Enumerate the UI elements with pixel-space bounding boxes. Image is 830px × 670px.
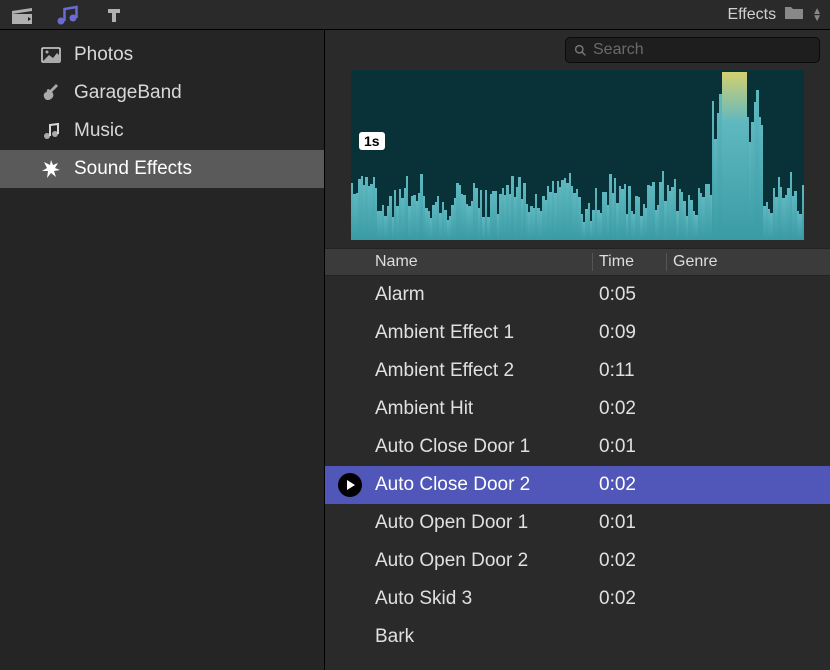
guitar-icon bbox=[40, 82, 62, 104]
table-row[interactable]: Bark bbox=[325, 618, 830, 656]
sidebar: Photos GarageBand Music Sound Effects bbox=[0, 30, 325, 670]
sidebar-item-label: GarageBand bbox=[74, 82, 182, 104]
search-placeholder: Search bbox=[593, 41, 644, 59]
cell-time: 0:01 bbox=[593, 436, 667, 458]
burst-icon bbox=[40, 158, 62, 180]
waveform-time-marker: 1s bbox=[359, 132, 385, 150]
waveform-panel: 1s bbox=[325, 70, 830, 248]
photo-icon bbox=[40, 44, 62, 66]
column-header-genre[interactable]: Genre bbox=[667, 253, 830, 271]
cell-time: 0:05 bbox=[593, 284, 667, 306]
search-bar: Search bbox=[325, 30, 830, 70]
cell-time: 0:09 bbox=[593, 322, 667, 344]
cell-name: Auto Open Door 1 bbox=[375, 512, 593, 534]
cell-time: 0:02 bbox=[593, 550, 667, 572]
play-button[interactable] bbox=[338, 473, 362, 497]
table-row[interactable]: Auto Open Door 20:02 bbox=[325, 542, 830, 580]
search-icon bbox=[574, 44, 587, 57]
table-row[interactable]: Alarm0:05 bbox=[325, 276, 830, 314]
table-row[interactable]: Auto Open Door 10:01 bbox=[325, 504, 830, 542]
table-header: Name Time Genre bbox=[325, 248, 830, 276]
cell-name: Auto Skid 3 bbox=[375, 588, 593, 610]
music-notes-icon[interactable] bbox=[54, 3, 82, 27]
cell-name: Bark bbox=[375, 626, 593, 648]
table-row[interactable]: Ambient Hit0:02 bbox=[325, 390, 830, 428]
cell-name: Ambient Effect 2 bbox=[375, 360, 593, 382]
cell-time: 0:01 bbox=[593, 512, 667, 534]
content-panel: Search 1s Name Time Genre Alarm0:05Ambie… bbox=[325, 30, 830, 670]
column-header-time[interactable]: Time bbox=[593, 253, 667, 271]
column-header-name[interactable]: Name bbox=[375, 253, 593, 271]
text-title-icon[interactable] bbox=[100, 3, 128, 27]
sidebar-item-photos[interactable]: Photos bbox=[0, 36, 324, 74]
search-input[interactable]: Search bbox=[565, 37, 820, 63]
folder-icon[interactable] bbox=[784, 4, 804, 25]
cell-time: 0:02 bbox=[593, 398, 667, 420]
cell-name: Alarm bbox=[375, 284, 593, 306]
toolbar: Effects ▲▼ bbox=[0, 0, 830, 30]
sidebar-item-label: Music bbox=[74, 120, 124, 142]
effects-label[interactable]: Effects bbox=[727, 6, 776, 24]
cell-time: 0:11 bbox=[593, 360, 667, 382]
cell-name: Auto Close Door 2 bbox=[375, 474, 593, 496]
sidebar-item-garageband[interactable]: GarageBand bbox=[0, 74, 324, 112]
clapperboard-icon[interactable] bbox=[8, 3, 36, 27]
cell-name: Auto Close Door 1 bbox=[375, 436, 593, 458]
waveform-preview[interactable]: 1s bbox=[351, 70, 804, 240]
cell-name: Auto Open Door 2 bbox=[375, 550, 593, 572]
table-row[interactable]: Ambient Effect 20:11 bbox=[325, 352, 830, 390]
chevron-up-down-icon[interactable]: ▲▼ bbox=[812, 8, 822, 22]
table-row[interactable]: Auto Close Door 20:02 bbox=[325, 466, 830, 504]
table-body: Alarm0:05Ambient Effect 10:09Ambient Eff… bbox=[325, 276, 830, 670]
sidebar-item-music[interactable]: Music bbox=[0, 112, 324, 150]
sidebar-item-sound-effects[interactable]: Sound Effects bbox=[0, 150, 324, 188]
sidebar-item-label: Sound Effects bbox=[74, 158, 192, 180]
cell-name: Ambient Effect 1 bbox=[375, 322, 593, 344]
music-note-icon bbox=[40, 120, 62, 142]
cell-time: 0:02 bbox=[593, 588, 667, 610]
cell-time: 0:02 bbox=[593, 474, 667, 496]
cell-name: Ambient Hit bbox=[375, 398, 593, 420]
table-row[interactable]: Ambient Effect 10:09 bbox=[325, 314, 830, 352]
table-row[interactable]: Auto Skid 30:02 bbox=[325, 580, 830, 618]
table-row[interactable]: Auto Close Door 10:01 bbox=[325, 428, 830, 466]
sidebar-item-label: Photos bbox=[74, 44, 133, 66]
